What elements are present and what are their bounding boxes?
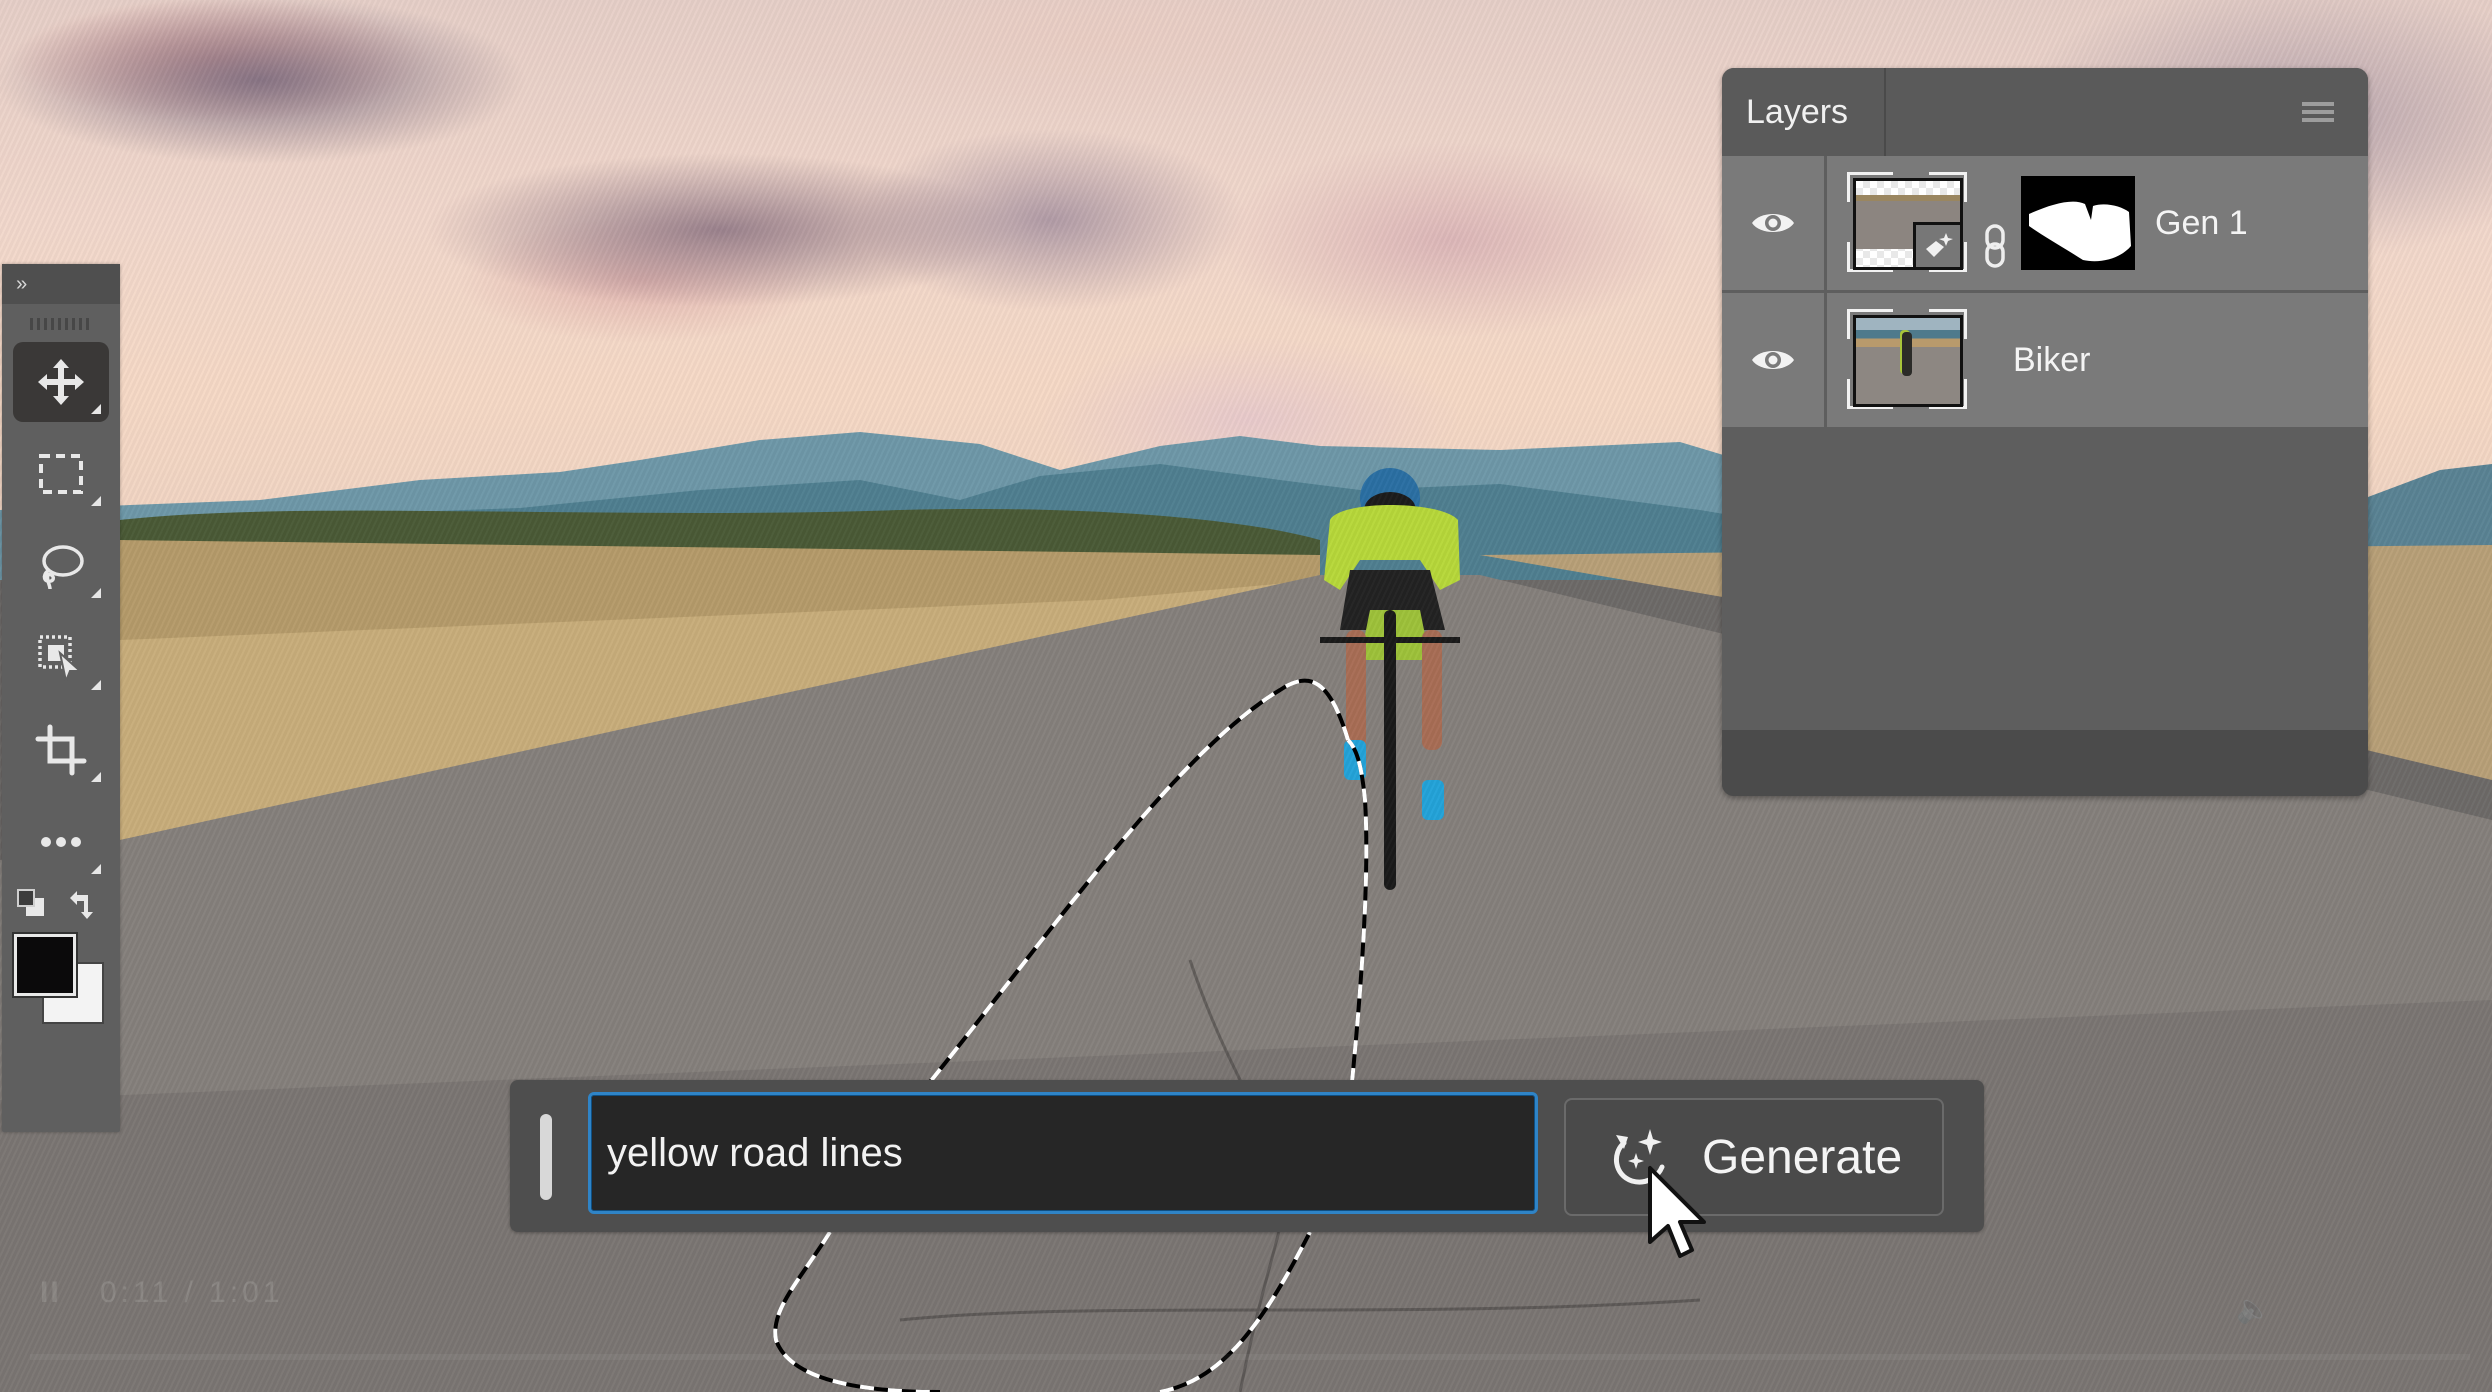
object-selection-tool-button[interactable] — [13, 618, 109, 698]
submenu-indicator — [91, 772, 101, 782]
submenu-indicator — [91, 680, 101, 690]
panel-menu-icon[interactable] — [2302, 102, 2334, 130]
generate-button-label: Generate — [1702, 1130, 1903, 1184]
biker-figure — [1320, 468, 1460, 890]
layers-panel-footer — [1722, 730, 2368, 796]
move-icon — [38, 359, 84, 405]
mask-shape — [2029, 201, 2131, 262]
generative-fill-icon — [1926, 233, 1953, 257]
layer-visibility-toggle[interactable] — [1722, 156, 1827, 290]
layer-mask-thumbnail[interactable] — [2021, 176, 2135, 270]
taskbar-drag-handle[interactable] — [540, 1114, 552, 1200]
mouse-pointer-icon — [1648, 1166, 1706, 1258]
submenu-indicator — [91, 864, 101, 874]
layers-list-empty-area — [1722, 430, 2368, 730]
generate-button[interactable]: Generate — [1564, 1098, 1944, 1216]
generative-prompt-input[interactable] — [588, 1092, 1538, 1214]
submenu-indicator — [91, 404, 101, 414]
object-selection-icon — [38, 635, 83, 685]
double-chevron-right-icon: ›› — [16, 272, 27, 295]
mask-link-icon[interactable] — [1983, 202, 2009, 290]
eye-icon — [1752, 214, 1794, 232]
eye-icon — [1752, 351, 1794, 369]
submenu-indicator — [91, 496, 101, 506]
marquee-icon — [39, 454, 83, 494]
layers-panel-header: Layers — [1722, 68, 2368, 156]
toolbar-drag-handle[interactable] — [30, 318, 92, 330]
layer-visibility-toggle[interactable] — [1722, 293, 1827, 427]
expand-toolbar-button[interactable]: ›› — [2, 264, 120, 304]
ellipsis-icon — [41, 837, 81, 847]
layer-name[interactable]: Gen 1 — [2155, 156, 2248, 290]
tools-panel: ›› — [2, 264, 120, 1132]
layer-thumbnail[interactable] — [1844, 169, 1970, 275]
lasso-tool-button[interactable] — [13, 526, 109, 606]
rectangular-marquee-tool-button[interactable] — [13, 434, 109, 514]
crop-icon — [35, 724, 87, 776]
default-colors-icon[interactable] — [16, 888, 48, 920]
layer-row-biker[interactable]: Biker — [1722, 293, 2368, 430]
more-tools-button[interactable] — [13, 802, 109, 882]
layer-thumbnail[interactable] — [1844, 306, 1970, 412]
swap-colors-icon[interactable] — [66, 888, 98, 920]
contextual-task-bar: Generate — [510, 1080, 1984, 1232]
crop-tool-button[interactable] — [13, 710, 109, 790]
tab-layers[interactable]: Layers — [1722, 68, 1886, 156]
foreground-color-swatch[interactable] — [14, 934, 76, 996]
layer-row-gen-1[interactable]: Gen 1 — [1722, 156, 2368, 293]
move-tool-button[interactable] — [13, 342, 109, 422]
lasso-icon — [42, 545, 84, 590]
submenu-indicator — [91, 588, 101, 598]
layer-name[interactable]: Biker — [2013, 293, 2090, 427]
layers-panel: Layers Gen 1 Biker — [1722, 68, 2368, 796]
generative-layer-badge — [1913, 222, 1960, 267]
